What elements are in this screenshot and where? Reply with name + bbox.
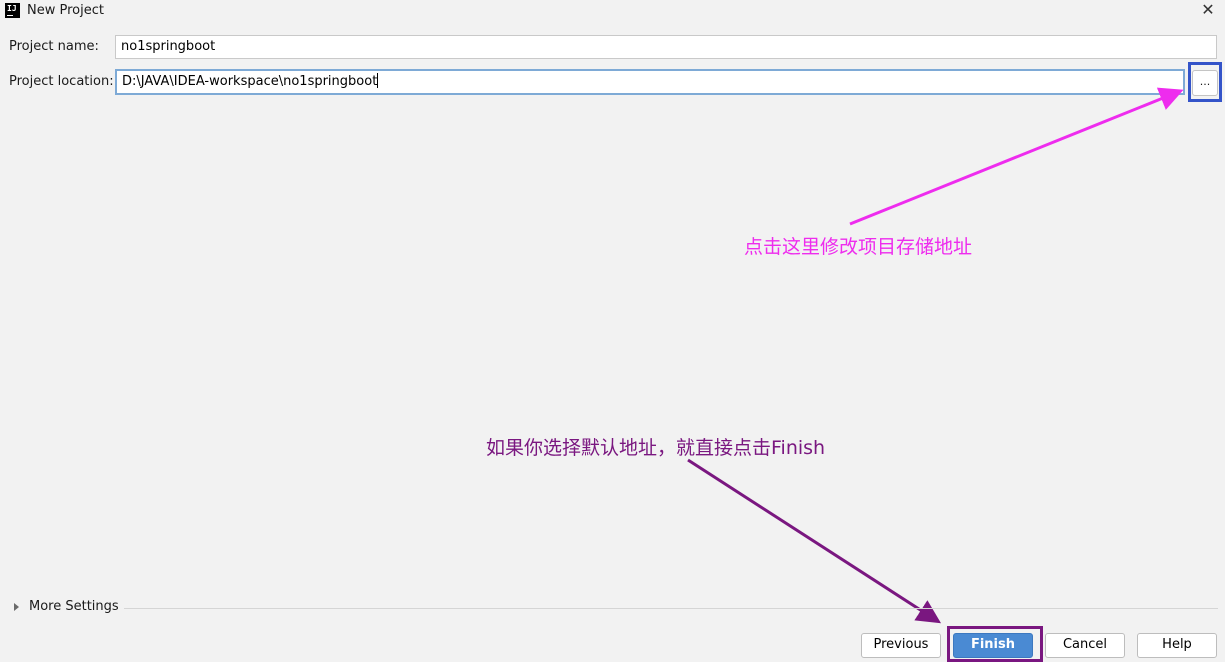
previous-button[interactable]: Previous bbox=[861, 633, 941, 658]
arrow-to-browse bbox=[849, 87, 1184, 226]
annotation-arrows bbox=[687, 87, 1184, 624]
triangle-right-icon bbox=[14, 603, 19, 611]
more-settings-label: More Settings bbox=[29, 599, 119, 614]
finish-button[interactable]: Finish bbox=[953, 633, 1033, 658]
annotation-finish-note: 如果你选择默认地址，就直接点击Finish bbox=[486, 437, 826, 459]
annotation-location-note: 点击这里修改项目存储地址 bbox=[744, 236, 973, 258]
cancel-button[interactable]: Cancel bbox=[1045, 633, 1125, 658]
help-button[interactable]: Help bbox=[1137, 633, 1217, 658]
arrow-to-finish bbox=[687, 458, 942, 624]
more-settings-separator bbox=[124, 608, 1218, 609]
